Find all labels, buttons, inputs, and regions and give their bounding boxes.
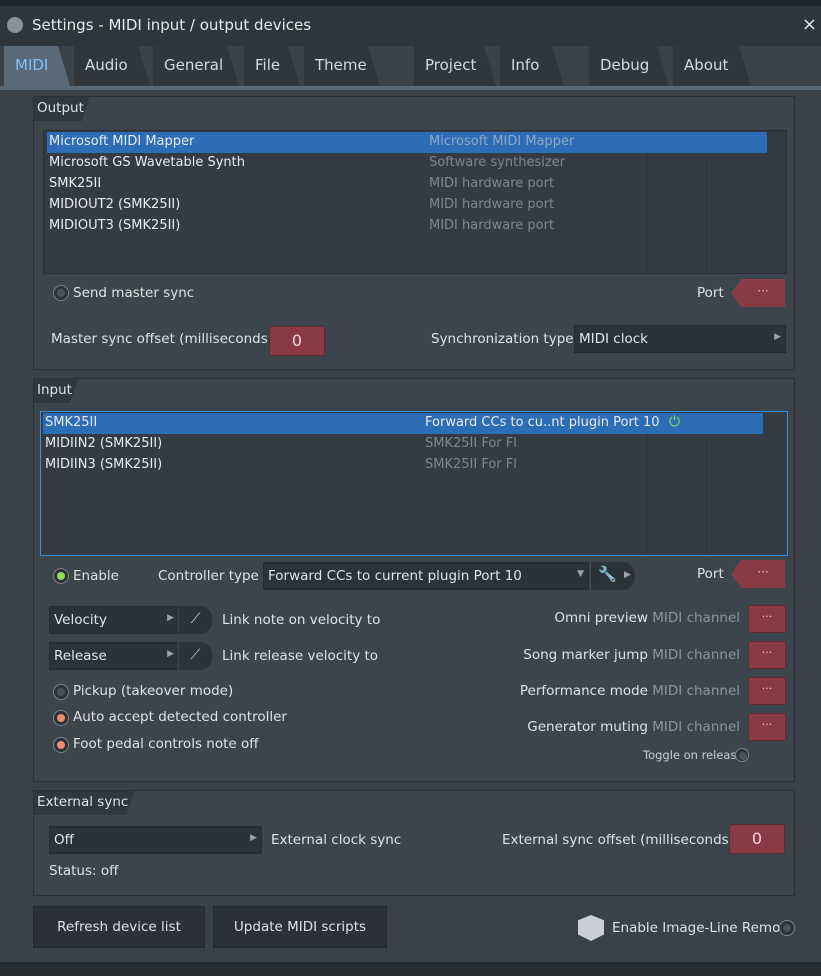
tab-debug[interactable]: Debug (589, 46, 669, 86)
controller-type-label: Controller type (158, 568, 259, 584)
list-item[interactable]: MIDIOUT2 (SMK25II) MIDI hardware port (47, 195, 767, 216)
tab-theme[interactable]: Theme (304, 46, 380, 86)
pickup-toggle[interactable] (53, 684, 69, 700)
tab-bar: MIDI Audio General File Theme Project In… (0, 46, 821, 90)
tab-underline (0, 86, 821, 90)
enable-toggle[interactable] (53, 568, 69, 584)
settings-app-icon (7, 17, 23, 33)
send-master-sync-label: Send master sync (73, 285, 195, 301)
master-sync-offset-label: Master sync offset (milliseconds) (51, 331, 274, 347)
output-panel: Output Microsoft MIDI Mapper Microsoft M… (33, 96, 795, 370)
bottom-strip (0, 962, 821, 976)
input-section-label: Input (34, 379, 78, 403)
list-item[interactable]: MIDIOUT3 (SMK25II) MIDI hardware port (47, 216, 767, 237)
foot-pedal-label: Foot pedal controls note off (73, 736, 259, 752)
chevron-right-icon: ▶ (167, 649, 174, 659)
power-icon[interactable]: ⏻ (669, 414, 680, 430)
auto-accept-toggle[interactable] (53, 710, 69, 726)
wrench-icon: 🔧 (598, 565, 617, 583)
toggle-on-release-label: Toggle on release (643, 748, 744, 762)
external-sync-mode-select[interactable]: Off ▶ (49, 826, 262, 854)
chevron-right-icon: ▶ (250, 833, 257, 843)
foot-pedal-toggle[interactable] (53, 737, 69, 753)
output-section-label: Output (34, 97, 90, 121)
omni-preview-channel[interactable]: ··· (748, 605, 786, 633)
tab-midi[interactable]: MIDI (4, 46, 70, 86)
update-midi-scripts-button[interactable]: Update MIDI scripts (213, 906, 387, 948)
enable-image-line-remote-label: Enable Image-Line Remote (612, 920, 794, 936)
window-title: Settings - MIDI input / output devices (32, 16, 312, 34)
link-release-button[interactable]: ⟋ (178, 642, 212, 670)
list-item[interactable]: MIDIIN2 (SMK25II) SMK25II For Fl (43, 434, 763, 455)
top-strip (0, 0, 821, 6)
controller-type-select[interactable]: Forward CCs to current plugin Port 10 ▼ (263, 562, 589, 590)
tab-info[interactable]: Info (500, 46, 564, 86)
master-sync-offset-counter[interactable]: 0 (269, 326, 325, 356)
sync-type-select[interactable]: MIDI clock ▶ (574, 325, 786, 353)
link-icon: ⟋ (190, 611, 201, 627)
generator-muting-label: Generator muting MIDI channel (527, 719, 740, 735)
list-item[interactable]: SMK25II Forward CCs to cu..nt plugin Por… (43, 413, 763, 434)
link-velocity-button[interactable]: ⟋ (178, 606, 212, 634)
release-select[interactable]: Release ▶ (49, 642, 179, 670)
sync-type-label: Synchronization type (431, 331, 574, 347)
input-panel: Input SMK25II Forward CCs to cu..nt plug… (33, 378, 795, 782)
chevron-down-icon: ▼ (577, 569, 584, 579)
pickup-label: Pickup (takeover mode) (73, 683, 234, 699)
performance-mode-channel[interactable]: ··· (748, 677, 786, 705)
input-port-label: Port (697, 566, 724, 582)
external-sync-offset-label: External sync offset (milliseconds) (502, 832, 734, 848)
link-note-velocity-label: Link note on velocity to (222, 612, 381, 628)
tab-general[interactable]: General (153, 46, 239, 86)
output-port-label: Port (697, 285, 724, 301)
enable-label: Enable (73, 568, 119, 584)
tab-audio[interactable]: Audio (74, 46, 150, 86)
chevron-right-icon: ▶ (774, 332, 781, 342)
external-sync-status: Status: off (49, 863, 119, 879)
controller-settings-button[interactable]: 🔧 ▶ (591, 562, 635, 590)
toggle-on-release-toggle[interactable] (735, 748, 749, 762)
song-marker-jump-channel[interactable]: ··· (748, 641, 786, 669)
velocity-select[interactable]: Velocity ▶ (49, 606, 179, 634)
list-item[interactable]: Microsoft GS Wavetable Synth Software sy… (47, 153, 767, 174)
output-port-selector[interactable]: ··· (731, 279, 785, 307)
list-item[interactable]: MIDIIN3 (SMK25II) SMK25II For Fl (43, 455, 763, 476)
list-item[interactable]: Microsoft MIDI Mapper Microsoft MIDI Map… (47, 132, 767, 153)
song-marker-jump-label: Song marker jump MIDI channel (523, 647, 740, 663)
chevron-right-icon: ▶ (167, 613, 174, 623)
output-device-list[interactable]: Microsoft MIDI Mapper Microsoft MIDI Map… (43, 130, 787, 274)
tab-project[interactable]: Project (414, 46, 496, 86)
input-port-selector[interactable]: ··· (731, 560, 785, 588)
send-master-sync-toggle[interactable] (53, 285, 69, 301)
external-clock-sync-label: External clock sync (271, 832, 402, 848)
link-release-velocity-label: Link release velocity to (222, 648, 379, 664)
close-icon[interactable]: × (802, 14, 817, 35)
external-sync-section-label: External sync (34, 791, 134, 815)
tab-about[interactable]: About (673, 46, 751, 86)
enable-image-line-remote-toggle[interactable] (779, 920, 795, 936)
chevron-right-icon: ▶ (624, 570, 631, 580)
refresh-device-list-button[interactable]: Refresh device list (33, 906, 205, 948)
list-item[interactable]: SMK25II MIDI hardware port (47, 174, 767, 195)
input-device-list[interactable]: SMK25II Forward CCs to cu..nt plugin Por… (40, 411, 788, 556)
generator-muting-channel[interactable]: ··· (748, 713, 786, 741)
omni-preview-label: Omni preview MIDI channel (554, 610, 740, 626)
tab-file[interactable]: File (244, 46, 300, 86)
external-sync-offset-counter[interactable]: 0 (729, 824, 785, 854)
title-bar: Settings - MIDI input / output devices × (0, 0, 821, 46)
link-icon: ⟋ (190, 647, 201, 663)
remote-wifi-icon (578, 915, 604, 941)
auto-accept-label: Auto accept detected controller (73, 709, 287, 725)
performance-mode-label: Performance mode MIDI channel (519, 683, 740, 699)
external-sync-panel: External sync Off ▶ External clock sync … (33, 790, 795, 896)
